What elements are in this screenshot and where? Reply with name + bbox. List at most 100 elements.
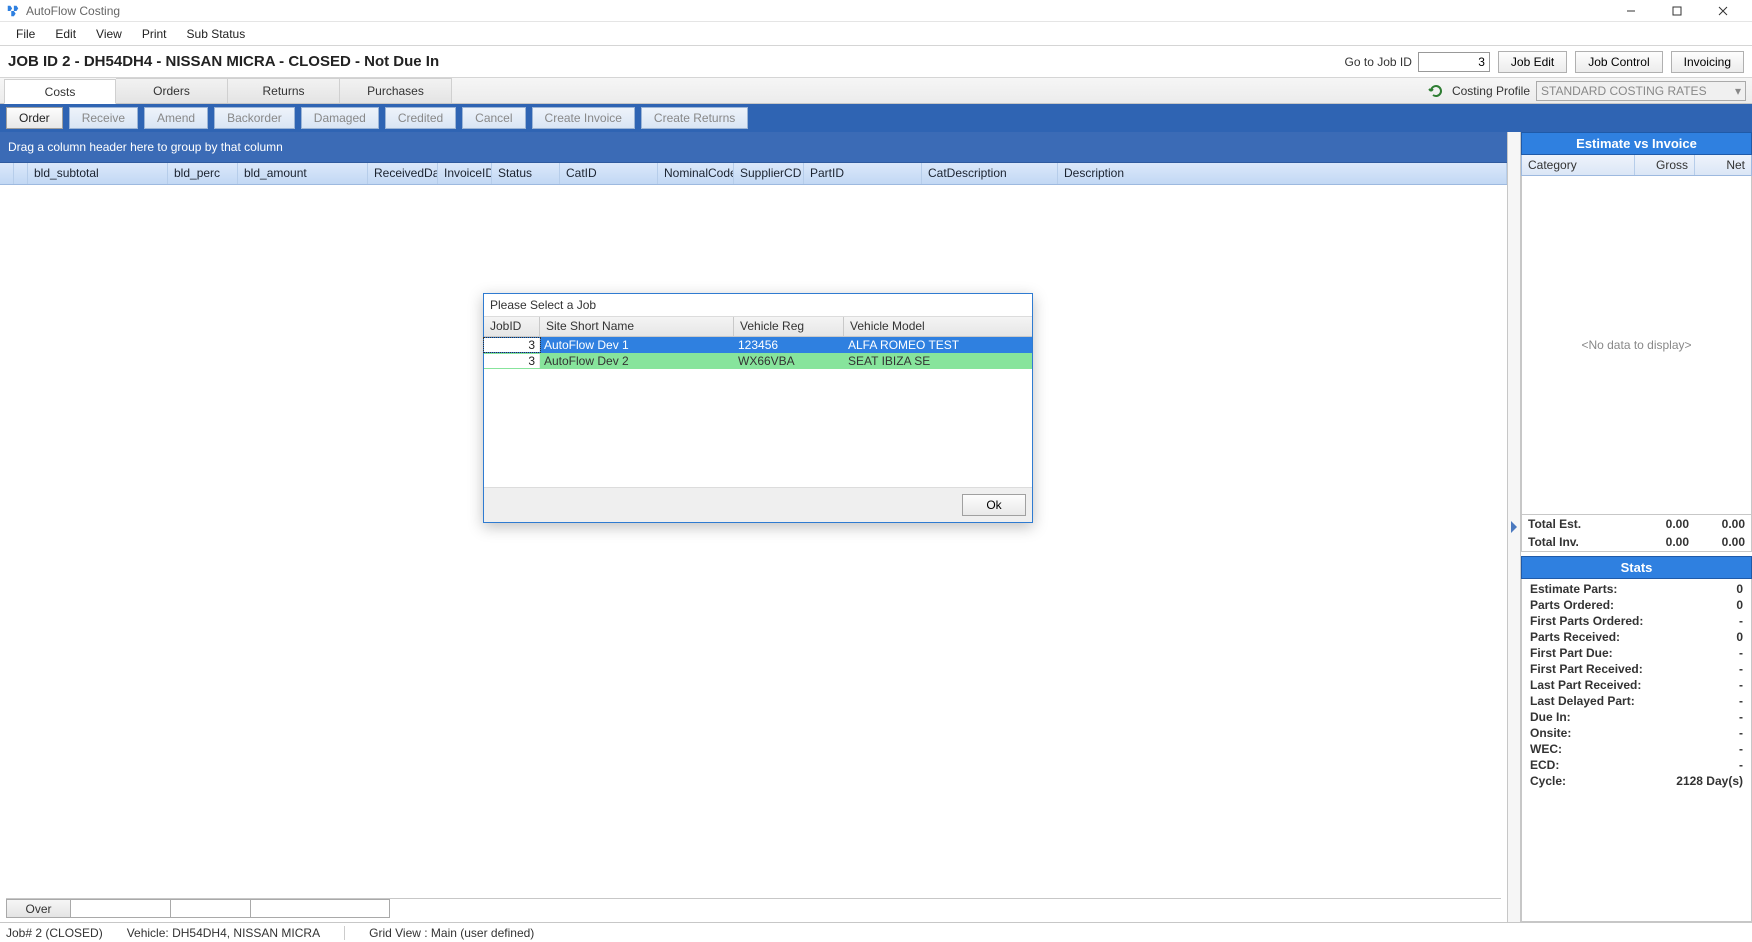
tab-returns[interactable]: Returns bbox=[228, 78, 340, 103]
stats-value: - bbox=[1739, 742, 1743, 756]
stats-label: Parts Ordered: bbox=[1530, 598, 1736, 612]
window-maximize-button[interactable] bbox=[1654, 0, 1700, 22]
stats-body: Estimate Parts:0Parts Ordered:0First Par… bbox=[1521, 579, 1752, 922]
over-cell-3 bbox=[250, 899, 390, 918]
stats-label: WEC: bbox=[1530, 742, 1739, 756]
menu-substatus[interactable]: Sub Status bbox=[177, 24, 256, 44]
app-icon bbox=[6, 4, 20, 18]
dlg-col-model[interactable]: Vehicle Model bbox=[844, 317, 1032, 336]
col-bld-perc[interactable]: bld_perc bbox=[168, 163, 238, 184]
receive-button[interactable]: Receive bbox=[69, 107, 138, 129]
total-est-gross: 0.00 bbox=[1633, 517, 1689, 531]
group-by-band[interactable]: Drag a column header here to group by th… bbox=[0, 132, 1507, 163]
dlg-cell-model: SEAT IBIZA SE bbox=[844, 354, 1032, 368]
create-returns-button[interactable]: Create Returns bbox=[641, 107, 748, 129]
menu-view[interactable]: View bbox=[86, 24, 132, 44]
dialog-rows: 3 AutoFlow Dev 1 123456 ALFA ROMEO TEST … bbox=[484, 337, 1032, 487]
stats-row: WEC:- bbox=[1522, 741, 1751, 757]
menu-file[interactable]: File bbox=[6, 24, 45, 44]
col-invoiceid[interactable]: InvoiceID bbox=[438, 163, 492, 184]
over-cell-2 bbox=[170, 899, 250, 918]
stats-row: Last Part Received:- bbox=[1522, 677, 1751, 693]
dlg-col-jobid[interactable]: JobID bbox=[484, 317, 540, 336]
stats-label: Cycle: bbox=[1530, 774, 1676, 788]
col-suppliercd[interactable]: SupplierCD bbox=[734, 163, 804, 184]
col-nominalcode[interactable]: NominalCode bbox=[658, 163, 734, 184]
refresh-icon[interactable] bbox=[1428, 83, 1444, 99]
job-control-button[interactable]: Job Control bbox=[1575, 51, 1662, 73]
go-to-job-input[interactable] bbox=[1418, 52, 1490, 72]
job-edit-button[interactable]: Job Edit bbox=[1498, 51, 1567, 73]
stats-value: - bbox=[1739, 758, 1743, 772]
stats-label: First Parts Ordered: bbox=[1530, 614, 1739, 628]
stats-value: - bbox=[1739, 614, 1743, 628]
costing-profile-select[interactable]: STANDARD COSTING RATES ▾ bbox=[1536, 81, 1746, 101]
evi-col-net[interactable]: Net bbox=[1695, 155, 1751, 175]
stats-value: - bbox=[1739, 694, 1743, 708]
tab-purchases[interactable]: Purchases bbox=[340, 78, 452, 103]
grid-column-headers: bld_subtotal bld_perc bld_amount Receive… bbox=[0, 163, 1507, 185]
damaged-button[interactable]: Damaged bbox=[301, 107, 379, 129]
col-bld-subtotal[interactable]: bld_subtotal bbox=[28, 163, 168, 184]
page-title: JOB ID 2 - DH54DH4 - NISSAN MICRA - CLOS… bbox=[8, 53, 1345, 70]
total-est-label: Total Est. bbox=[1528, 517, 1633, 531]
menu-bar: File Edit View Print Sub Status bbox=[0, 22, 1752, 46]
credited-button[interactable]: Credited bbox=[385, 107, 456, 129]
menu-print[interactable]: Print bbox=[132, 24, 177, 44]
col-catid[interactable]: CatID bbox=[560, 163, 658, 184]
dialog-row[interactable]: 3 AutoFlow Dev 2 WX66VBA SEAT IBIZA SE bbox=[484, 353, 1032, 369]
tab-costs[interactable]: Costs bbox=[4, 79, 116, 104]
dlg-cell-jobid: 3 bbox=[484, 338, 540, 352]
status-gridview: Grid View : Main (user defined) bbox=[369, 926, 534, 940]
col-bld-amount[interactable]: bld_amount bbox=[238, 163, 368, 184]
dlg-col-reg[interactable]: Vehicle Reg bbox=[734, 317, 844, 336]
evi-empty-text: <No data to display> bbox=[1581, 338, 1691, 352]
col-receiveddate[interactable]: ReceivedDate bbox=[368, 163, 438, 184]
stats-label: Due In: bbox=[1530, 710, 1739, 724]
window-minimize-button[interactable] bbox=[1608, 0, 1654, 22]
status-separator bbox=[344, 926, 345, 940]
dialog-row[interactable]: 3 AutoFlow Dev 1 123456 ALFA ROMEO TEST bbox=[484, 337, 1032, 353]
stats-panel-title: Stats bbox=[1521, 556, 1752, 579]
invoicing-button[interactable]: Invoicing bbox=[1671, 51, 1744, 73]
grid-body[interactable] bbox=[0, 185, 1507, 898]
stats-row: Due In:- bbox=[1522, 709, 1751, 725]
menu-edit[interactable]: Edit bbox=[45, 24, 86, 44]
right-pane: Estimate vs Invoice Category Gross Net <… bbox=[1520, 132, 1752, 922]
over-tab[interactable]: Over bbox=[6, 899, 70, 918]
window-close-button[interactable] bbox=[1700, 0, 1746, 22]
stats-row: First Part Received:- bbox=[1522, 661, 1751, 677]
stats-row: Cycle:2128 Day(s) bbox=[1522, 773, 1751, 789]
dlg-cell-model: ALFA ROMEO TEST bbox=[844, 338, 1032, 352]
stats-value: - bbox=[1739, 646, 1743, 660]
stats-row: First Parts Ordered:- bbox=[1522, 613, 1751, 629]
dialog-ok-button[interactable]: Ok bbox=[962, 494, 1026, 516]
dlg-cell-reg: WX66VBA bbox=[734, 354, 844, 368]
go-to-job-label: Go to Job ID bbox=[1345, 55, 1412, 69]
dlg-col-site[interactable]: Site Short Name bbox=[540, 317, 734, 336]
backorder-button[interactable]: Backorder bbox=[214, 107, 295, 129]
splitter[interactable] bbox=[1508, 132, 1520, 922]
create-invoice-button[interactable]: Create Invoice bbox=[532, 107, 635, 129]
order-button[interactable]: Order bbox=[6, 107, 63, 129]
stats-value: 0 bbox=[1736, 582, 1743, 596]
stats-row: Last Delayed Part:- bbox=[1522, 693, 1751, 709]
amend-button[interactable]: Amend bbox=[144, 107, 208, 129]
dialog-footer: Ok bbox=[484, 487, 1032, 522]
total-inv-gross: 0.00 bbox=[1633, 535, 1689, 549]
evi-body: <No data to display> bbox=[1521, 176, 1752, 515]
col-partid[interactable]: PartID bbox=[804, 163, 922, 184]
col-catdescription[interactable]: CatDescription bbox=[922, 163, 1058, 184]
tab-orders[interactable]: Orders bbox=[116, 78, 228, 103]
total-inv-net: 0.00 bbox=[1689, 535, 1745, 549]
dialog-title: Please Select a Job bbox=[484, 294, 1032, 317]
cancel-button[interactable]: Cancel bbox=[462, 107, 525, 129]
stats-label: Last Delayed Part: bbox=[1530, 694, 1739, 708]
evi-col-category[interactable]: Category bbox=[1522, 155, 1635, 175]
col-status[interactable]: Status bbox=[492, 163, 560, 184]
stats-row: ECD:- bbox=[1522, 757, 1751, 773]
stats-value: 2128 Day(s) bbox=[1676, 774, 1743, 788]
col-description[interactable]: Description bbox=[1058, 163, 1507, 184]
evi-col-gross[interactable]: Gross bbox=[1635, 155, 1695, 175]
stats-row: First Part Due:- bbox=[1522, 645, 1751, 661]
